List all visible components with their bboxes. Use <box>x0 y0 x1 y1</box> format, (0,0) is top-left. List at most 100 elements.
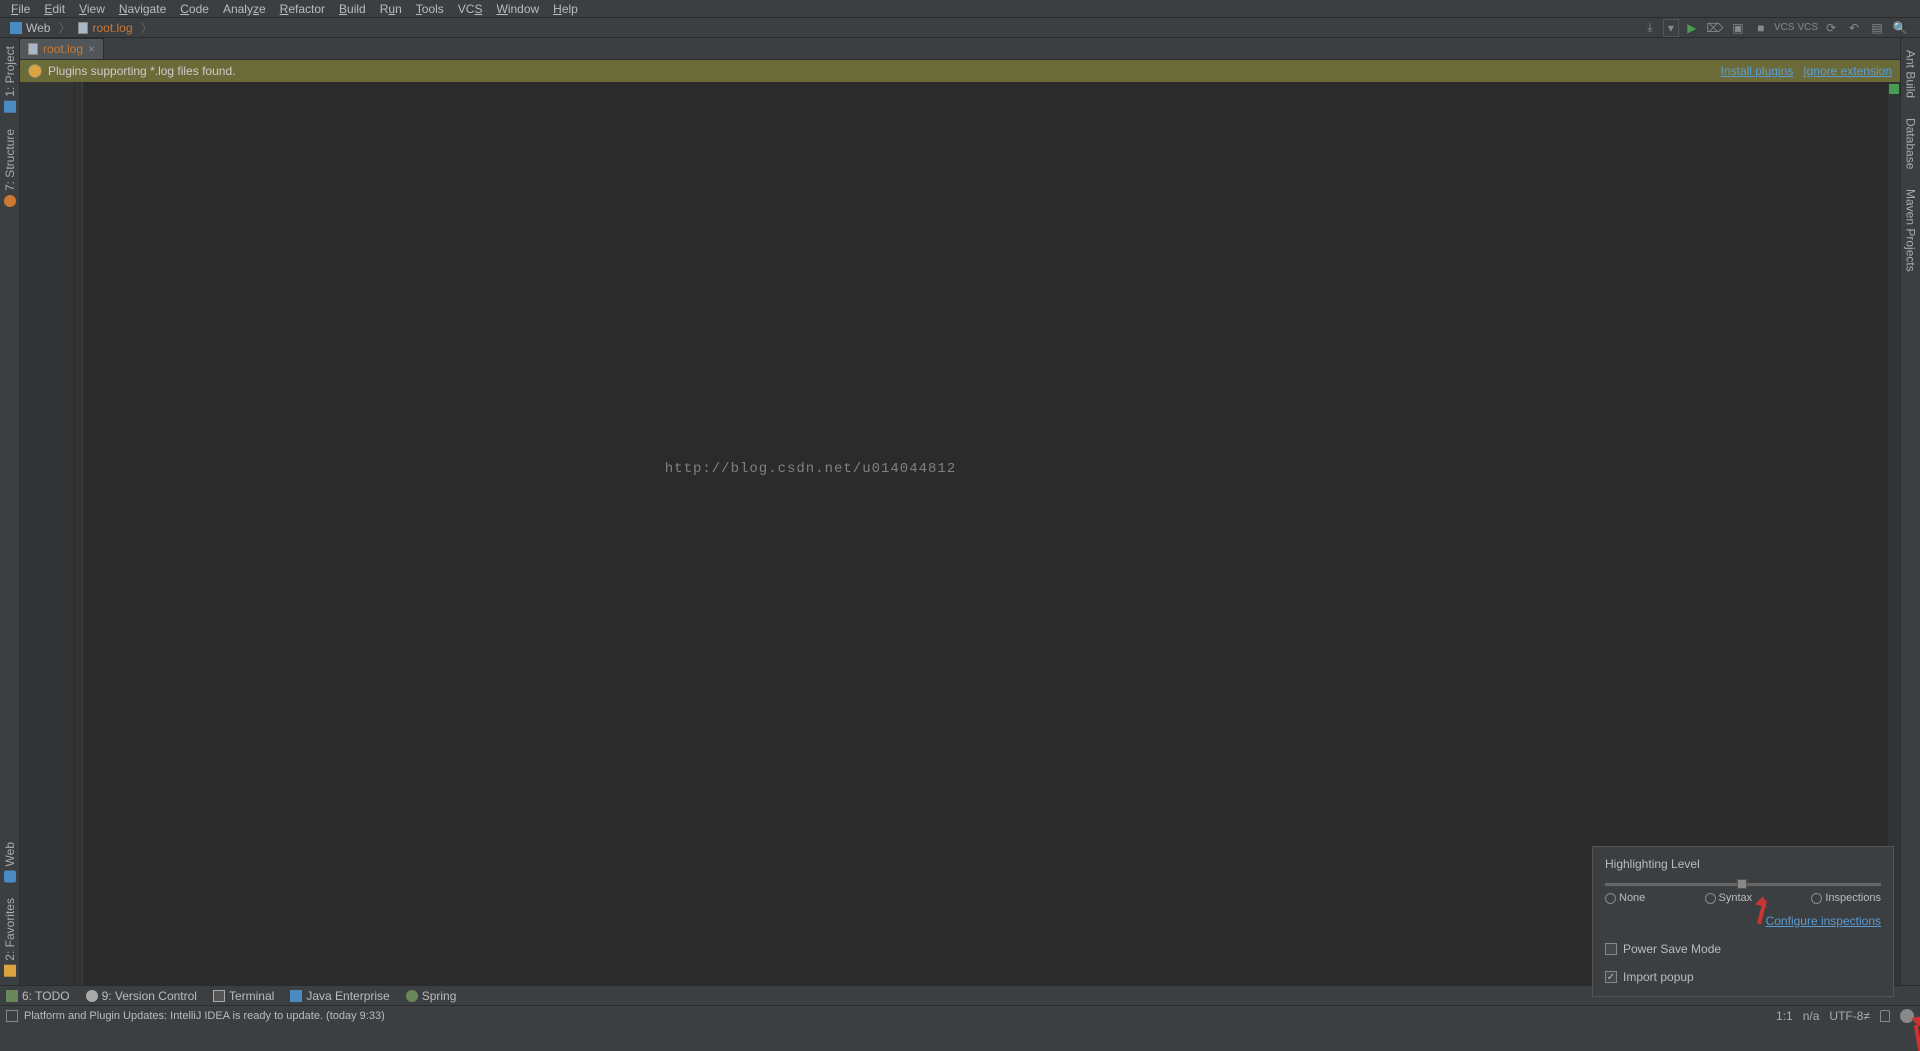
menu-vcs[interactable]: VCS <box>451 1 490 17</box>
tab-rootlog[interactable]: root.log × <box>20 38 104 59</box>
eye-icon <box>1605 893 1616 904</box>
right-tool-stripe: Ant Build Database Maven Projects <box>1900 38 1920 985</box>
import-popup-checkbox[interactable] <box>1605 971 1617 983</box>
status-message: Platform and Plugin Updates: IntelliJ ID… <box>24 1010 385 1022</box>
tool-vc-label: 9: Version Control <box>102 989 197 1003</box>
tool-version-control[interactable]: 9: Version Control <box>86 989 197 1003</box>
menu-build[interactable]: Build <box>332 1 373 17</box>
install-plugins-link[interactable]: Install plugins <box>1721 64 1794 78</box>
level-syntax[interactable]: Syntax <box>1705 892 1753 904</box>
tool-favorites-label: 2: Favorites <box>3 898 17 961</box>
editor-tabs: root.log × <box>20 38 1900 60</box>
debug-icon[interactable]: ⌦ <box>1705 19 1725 37</box>
readonly-lock-icon[interactable] <box>1880 1010 1890 1022</box>
bulb-icon[interactable] <box>28 64 42 78</box>
stop-icon[interactable]: ■ <box>1751 19 1771 37</box>
breadcrumb-file[interactable]: root.log <box>72 21 138 35</box>
folder-icon <box>10 22 22 34</box>
breadcrumb-file-label: root.log <box>92 21 132 35</box>
tool-ant-label: Ant Build <box>1904 50 1918 98</box>
breadcrumb-separator: 〉 <box>56 19 72 36</box>
javaee-icon <box>290 990 302 1002</box>
menu-help[interactable]: Help <box>546 1 585 17</box>
analysis-indicator-icon[interactable] <box>1889 84 1899 94</box>
import-popup-label: Import popup <box>1623 970 1694 984</box>
level-none[interactable]: None <box>1605 892 1645 904</box>
coverage-icon[interactable]: ▣ <box>1728 19 1748 37</box>
editor-gutter <box>20 82 75 985</box>
status-insert-mode[interactable]: n/a <box>1803 1009 1820 1023</box>
todo-icon <box>6 990 18 1002</box>
breadcrumb-root[interactable]: Web <box>4 21 56 35</box>
left-tool-stripe: 1: Project 7: Structure Web 2: Favorites <box>0 38 20 985</box>
search-icon[interactable]: 🔍 <box>1890 19 1910 37</box>
tool-database-label: Database <box>1904 118 1918 169</box>
status-caret-position[interactable]: 1:1 <box>1776 1009 1793 1023</box>
status-encoding[interactable]: UTF-8≠ <box>1829 1009 1870 1023</box>
tool-web[interactable]: Web <box>1 834 19 890</box>
menu-view[interactable]: View <box>72 1 112 17</box>
tool-window-toggle-icon[interactable] <box>6 1010 18 1022</box>
tool-web-label: Web <box>3 842 17 866</box>
tool-project[interactable]: 1: Project <box>1 38 19 121</box>
menu-edit[interactable]: Edit <box>37 1 72 17</box>
tool-java-enterprise[interactable]: Java Enterprise <box>290 989 389 1003</box>
web-icon <box>4 870 16 882</box>
file-icon <box>78 22 88 34</box>
menu-tools[interactable]: Tools <box>409 1 451 17</box>
eye-icon <box>1811 893 1822 904</box>
structure-icon <box>4 195 16 207</box>
popup-title: Highlighting Level <box>1605 857 1881 871</box>
vcs-commit-icon[interactable]: VCS <box>1797 22 1818 33</box>
run-icon[interactable]: ▶ <box>1682 19 1702 37</box>
watermark-text: http://blog.csdn.net/u014044812 <box>665 461 956 477</box>
tool-todo[interactable]: 6: TODO <box>6 989 70 1003</box>
run-config-dropdown[interactable]: ▾ <box>1663 19 1679 37</box>
ignore-extension-link[interactable]: Ignore extension <box>1803 64 1892 78</box>
menu-code[interactable]: Code <box>173 1 216 17</box>
editor-content[interactable]: http://blog.csdn.net/u014044812 <box>83 82 1538 985</box>
highlighting-slider[interactable] <box>1605 883 1881 886</box>
tool-structure[interactable]: 7: Structure <box>1 121 19 215</box>
slider-thumb[interactable] <box>1737 879 1747 889</box>
tool-spring[interactable]: Spring <box>406 989 457 1003</box>
tool-terminal[interactable]: Terminal <box>213 989 274 1003</box>
tool-je-label: Java Enterprise <box>306 989 389 1003</box>
file-icon <box>28 43 38 55</box>
highlighting-level-popup: Highlighting Level None Syntax Inspectio… <box>1592 846 1894 997</box>
make-project-icon[interactable]: ⤓ <box>1640 19 1660 37</box>
menu-file[interactable]: File <box>4 1 37 17</box>
breadcrumb-root-label: Web <box>26 21 50 35</box>
level-inspections[interactable]: Inspections <box>1811 892 1881 904</box>
menu-navigate[interactable]: Navigate <box>112 1 173 17</box>
menu-refactor[interactable]: Refactor <box>273 1 332 17</box>
menu-run[interactable]: Run <box>373 1 409 17</box>
undo-icon[interactable]: ↶ <box>1844 19 1864 37</box>
vcs-update-icon[interactable]: VCS <box>1774 22 1795 33</box>
power-save-checkbox[interactable] <box>1605 943 1617 955</box>
menu-window[interactable]: Window <box>489 1 546 17</box>
tool-project-label: 1: Project <box>3 46 17 97</box>
configure-inspections-link[interactable]: Configure inspections <box>1766 914 1881 928</box>
slider-labels: None Syntax Inspections <box>1605 892 1881 904</box>
tool-maven-label: Maven Projects <box>1904 189 1918 272</box>
menu-analyze[interactable]: Analyze <box>216 1 273 17</box>
main-area: 1: Project 7: Structure Web 2: Favorites… <box>0 38 1920 985</box>
project-structure-icon[interactable]: ▤ <box>1867 19 1887 37</box>
editor-panel: root.log × Plugins supporting *.log file… <box>20 38 1900 985</box>
notification-bar: Plugins supporting *.log files found. In… <box>20 60 1900 82</box>
star-icon <box>4 965 16 977</box>
tool-terminal-label: Terminal <box>229 989 274 1003</box>
close-icon[interactable]: × <box>88 42 95 56</box>
tool-structure-label: 7: Structure <box>3 129 17 191</box>
vcs-history-icon[interactable]: ⟳ <box>1821 19 1841 37</box>
tool-maven[interactable]: Maven Projects <box>1902 177 1920 280</box>
tab-label: root.log <box>43 42 83 56</box>
tool-ant[interactable]: Ant Build <box>1902 38 1920 106</box>
tool-favorites[interactable]: 2: Favorites <box>1 890 19 985</box>
terminal-icon <box>213 990 225 1002</box>
tool-database[interactable]: Database <box>1902 106 1920 177</box>
menu-bar: File Edit View Navigate Code Analyze Ref… <box>0 0 1920 18</box>
project-icon <box>4 101 16 113</box>
notification-text: Plugins supporting *.log files found. <box>48 64 235 78</box>
